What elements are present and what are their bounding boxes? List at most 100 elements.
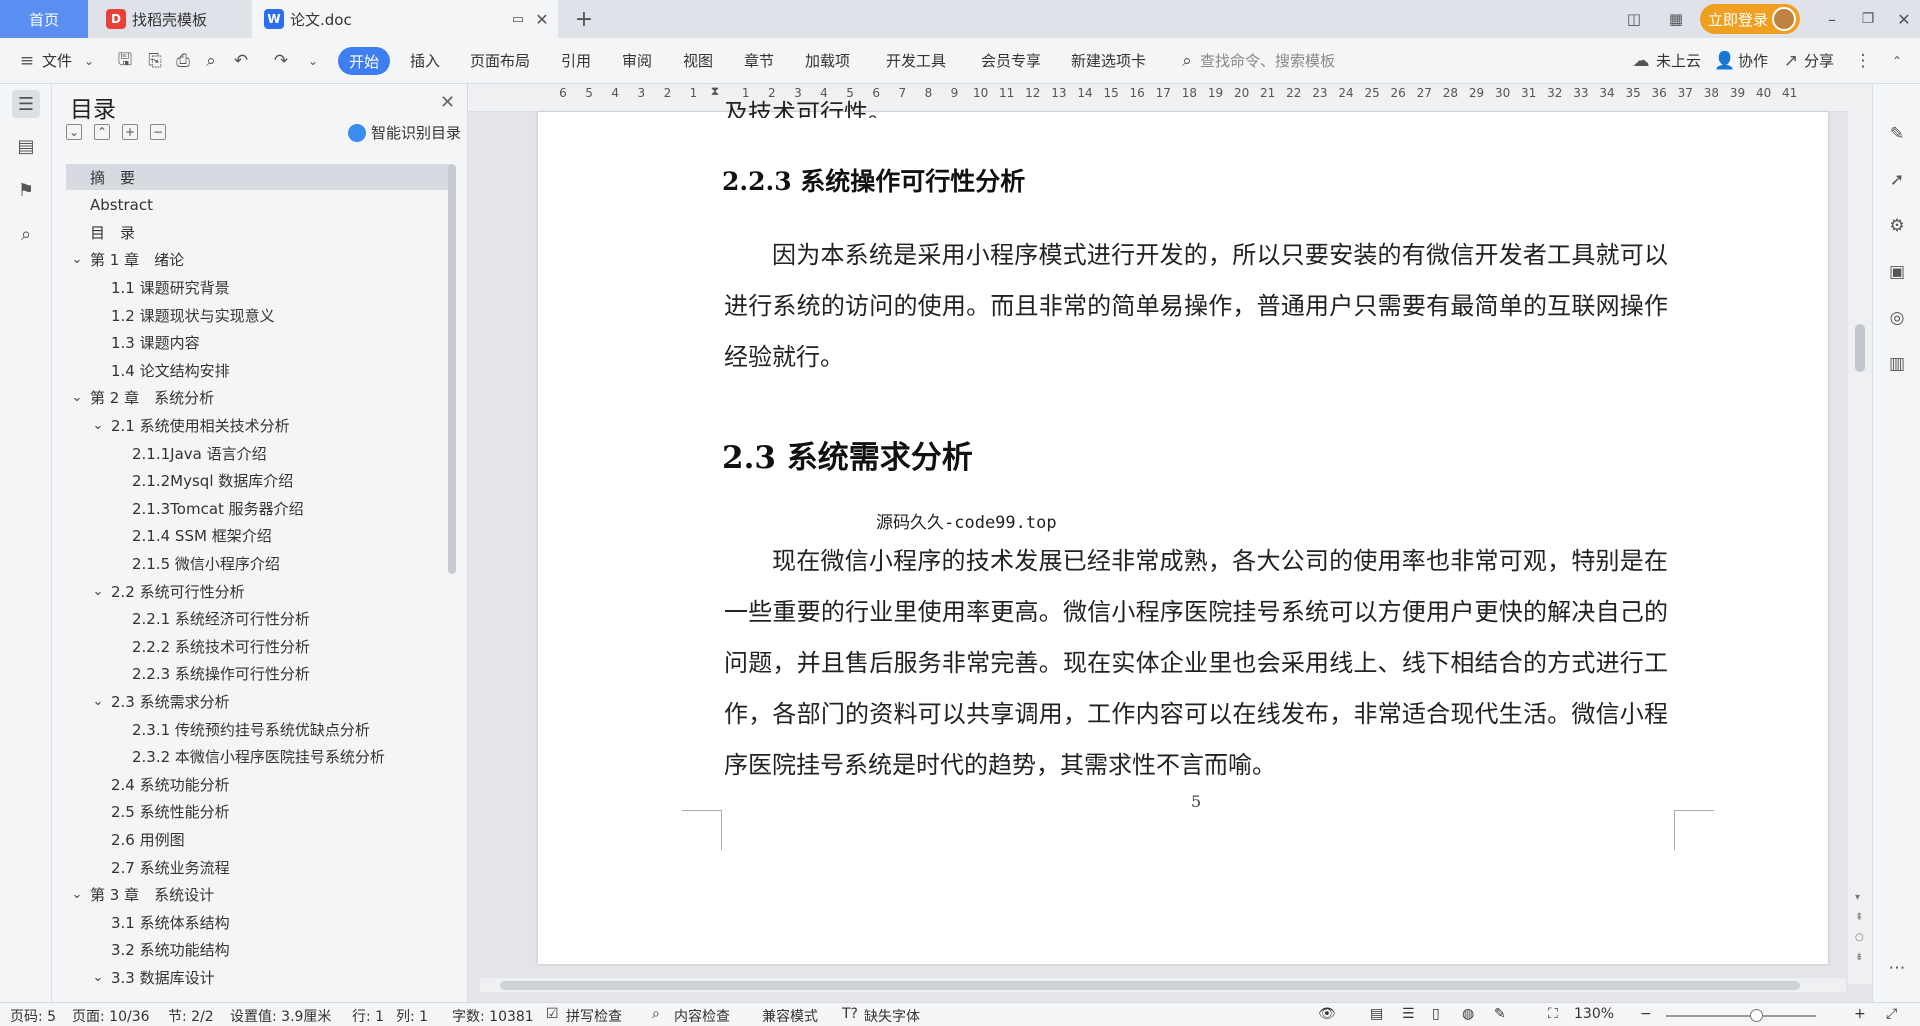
share-button[interactable]: 分享 bbox=[1804, 50, 1834, 71]
toc-item[interactable]: 1.3 课题内容 bbox=[66, 330, 450, 356]
tab-document[interactable]: W 论文.doc ▭ ✕ bbox=[252, 0, 558, 38]
document-page[interactable]: 及技术可行性。 2.2.3 系统操作可行性分析 因为本系统是采用小程序模式进行开… bbox=[538, 99, 1828, 964]
apps-grid-icon[interactable]: ▦ bbox=[1666, 9, 1686, 29]
toc-panel-icon[interactable]: ☰ bbox=[12, 90, 40, 118]
fullscreen-icon[interactable]: ⤢ bbox=[1886, 1006, 1897, 1022]
status-word-count[interactable]: 字数: 10381 bbox=[452, 1006, 534, 1026]
toc-item[interactable]: 3.2 系统功能结构 bbox=[66, 937, 450, 963]
toc-item[interactable]: Abstract bbox=[66, 192, 450, 218]
toc-item[interactable]: 2.2.3 系统操作可行性分析 bbox=[66, 661, 450, 687]
layout-icon[interactable]: ◫ bbox=[1624, 9, 1644, 29]
tab-start[interactable]: 开始 bbox=[338, 47, 390, 75]
smart-toc-button[interactable]: 智能识别目录 bbox=[348, 122, 461, 143]
toc-item[interactable]: 2.7 系统业务流程 bbox=[66, 854, 450, 880]
menu-developer[interactable]: 开发工具 bbox=[886, 50, 946, 71]
toc-item[interactable]: ⌄ 2.2 系统可行性分析 bbox=[66, 578, 450, 604]
toc-item[interactable]: ⌄ 2.1 系统使用相关技术分析 bbox=[66, 412, 450, 438]
page-view-icon[interactable]: ▤ bbox=[1370, 1006, 1383, 1022]
toc-item[interactable]: 1.4 论文结构安排 bbox=[66, 357, 450, 383]
command-search-input[interactable]: 查找命令、搜索模板 bbox=[1200, 50, 1335, 71]
toc-item[interactable]: 2.5 系统性能分析 bbox=[66, 799, 450, 825]
menu-insert[interactable]: 插入 bbox=[410, 50, 440, 71]
chevron-down-icon[interactable]: ⌄ bbox=[91, 584, 105, 599]
restore-icon[interactable]: ❐ bbox=[1858, 9, 1878, 29]
bookmark-icon[interactable]: ⚑ bbox=[12, 176, 40, 204]
toc-item[interactable]: 2.1.2Mysql 数据库介绍 bbox=[66, 468, 450, 494]
file-menu[interactable]: 文件 bbox=[42, 50, 72, 71]
status-page[interactable]: 页码: 5 bbox=[10, 1006, 56, 1026]
search-icon[interactable]: ⌕ bbox=[12, 220, 40, 248]
cloud-status[interactable]: 未上云 bbox=[1656, 50, 1701, 71]
more-tools-icon[interactable]: ⋯ bbox=[1885, 956, 1909, 980]
toc-item[interactable]: 2.1.4 SSM 框架介绍 bbox=[66, 523, 450, 549]
menu-section[interactable]: 章节 bbox=[744, 50, 774, 71]
toc-item[interactable]: 2.1.5 微信小程序介绍 bbox=[66, 550, 450, 576]
menu-new-tab[interactable]: 新建选项卡 bbox=[1071, 50, 1146, 71]
prev-page-icon[interactable]: ⇞ bbox=[1855, 912, 1863, 923]
toc-item[interactable]: 2.2.2 系统技术可行性分析 bbox=[66, 633, 450, 659]
chevron-down-icon[interactable]: ⌄ bbox=[70, 390, 84, 405]
toc-item[interactable]: ⌄ 第 2 章 系统分析 bbox=[66, 385, 450, 411]
toc-item[interactable]: ⌄ 3.3 数据库设计 bbox=[66, 964, 450, 990]
horizontal-scrollbar[interactable] bbox=[480, 978, 1846, 992]
toc-item[interactable]: ⌄ 第 3 章 系统设计 bbox=[66, 882, 450, 908]
write-mode-icon[interactable]: ✎ bbox=[1494, 1006, 1506, 1022]
save-icon[interactable]: 🖫 bbox=[114, 50, 136, 72]
menu-icon[interactable]: ≡ bbox=[16, 50, 38, 72]
remove-item-icon[interactable]: − bbox=[150, 124, 166, 140]
status-section[interactable]: 节: 2/2 bbox=[168, 1006, 214, 1026]
reader-icon[interactable]: ▥ bbox=[1885, 352, 1909, 376]
status-row[interactable]: 行: 1 bbox=[352, 1006, 384, 1026]
toc-item[interactable]: 2.2.1 系统经济可行性分析 bbox=[66, 606, 450, 632]
zoom-slider-thumb[interactable] bbox=[1750, 1009, 1763, 1022]
outline-view-icon[interactable]: ☰ bbox=[1402, 1006, 1415, 1022]
status-pages[interactable]: 页面: 10/36 bbox=[72, 1006, 150, 1026]
zoom-in-icon[interactable]: + bbox=[1854, 1006, 1866, 1022]
next-page-icon[interactable]: ⇟ bbox=[1855, 952, 1863, 963]
collaborate-button[interactable]: 协作 bbox=[1738, 50, 1768, 71]
toc-item[interactable]: ⌄ 2.3 系统需求分析 bbox=[66, 688, 450, 714]
toc-item[interactable]: 目 录 bbox=[66, 219, 450, 245]
zoom-out-icon[interactable]: − bbox=[1640, 1006, 1652, 1022]
toc-item[interactable]: 1.1 课题研究背景 bbox=[66, 274, 450, 300]
web-view-icon[interactable]: ◍ bbox=[1462, 1006, 1474, 1022]
collapse-all-icon[interactable]: ⌃ bbox=[94, 124, 110, 140]
folder-icon[interactable]: ▤ bbox=[12, 132, 40, 160]
new-tab-icon[interactable]: + bbox=[574, 7, 594, 32]
toc-item[interactable]: 1.2 课题现状与实现意义 bbox=[66, 302, 450, 328]
status-col[interactable]: 列: 1 bbox=[396, 1006, 428, 1026]
menu-references[interactable]: 引用 bbox=[561, 50, 591, 71]
tab-template[interactable]: D 找稻壳模板 bbox=[92, 0, 252, 38]
horizontal-scroll-thumb[interactable] bbox=[500, 981, 1800, 990]
indent-marker-icon[interactable]: ⧗ bbox=[705, 84, 725, 99]
print-preview-icon[interactable]: ⌕ bbox=[200, 50, 222, 72]
select-cursor-icon[interactable]: ➚ bbox=[1885, 168, 1909, 192]
content-check-button[interactable]: 内容检查 bbox=[674, 1006, 730, 1026]
chevron-down-icon[interactable]: ⌄ bbox=[91, 970, 105, 985]
menu-view[interactable]: 视图 bbox=[683, 50, 713, 71]
customize-chevron-icon[interactable]: ⌄ bbox=[302, 50, 324, 72]
chevron-down-icon[interactable]: ⌄ bbox=[70, 252, 84, 267]
spellcheck-button[interactable]: 拼写检查 bbox=[566, 1006, 622, 1026]
pin-tab-icon[interactable]: ▭ bbox=[508, 9, 528, 29]
eye-protect-icon[interactable]: 👁 bbox=[1318, 1006, 1336, 1022]
toc-item[interactable]: 2.1.1Java 语言介绍 bbox=[66, 440, 450, 466]
toc-item[interactable]: 摘 要 bbox=[66, 164, 450, 190]
toc-item[interactable]: 3.1 系统体系结构 bbox=[66, 909, 450, 935]
more-icon[interactable]: ⋮ bbox=[1852, 50, 1874, 72]
export-pdf-icon[interactable]: ⎘ bbox=[144, 50, 166, 72]
toc-item[interactable]: 2.3.2 本微信小程序医院挂号系统分析 bbox=[66, 744, 450, 770]
toc-item[interactable]: 2.1.3Tomcat 服务器介绍 bbox=[66, 495, 450, 521]
expand-all-icon[interactable]: ⌄ bbox=[66, 124, 82, 140]
menu-member[interactable]: 会员专享 bbox=[981, 50, 1041, 71]
toc-item[interactable]: 2.6 用例图 bbox=[66, 826, 450, 852]
minimize-icon[interactable]: – bbox=[1822, 9, 1842, 29]
toc-item[interactable]: 2.4 系统功能分析 bbox=[66, 771, 450, 797]
status-setting[interactable]: 设置值: 3.9厘米 bbox=[230, 1006, 331, 1026]
collapse-ribbon-icon[interactable]: ⌃ bbox=[1886, 50, 1908, 72]
toc-item[interactable]: ⌄ 第 1 章 绪论 bbox=[66, 247, 450, 273]
missing-font-button[interactable]: 缺失字体 bbox=[864, 1006, 920, 1026]
chevron-down-icon[interactable]: ⌄ bbox=[91, 418, 105, 433]
reading-view-icon[interactable]: ▯ bbox=[1432, 1006, 1440, 1022]
tab-home[interactable]: 首页 bbox=[0, 0, 88, 38]
